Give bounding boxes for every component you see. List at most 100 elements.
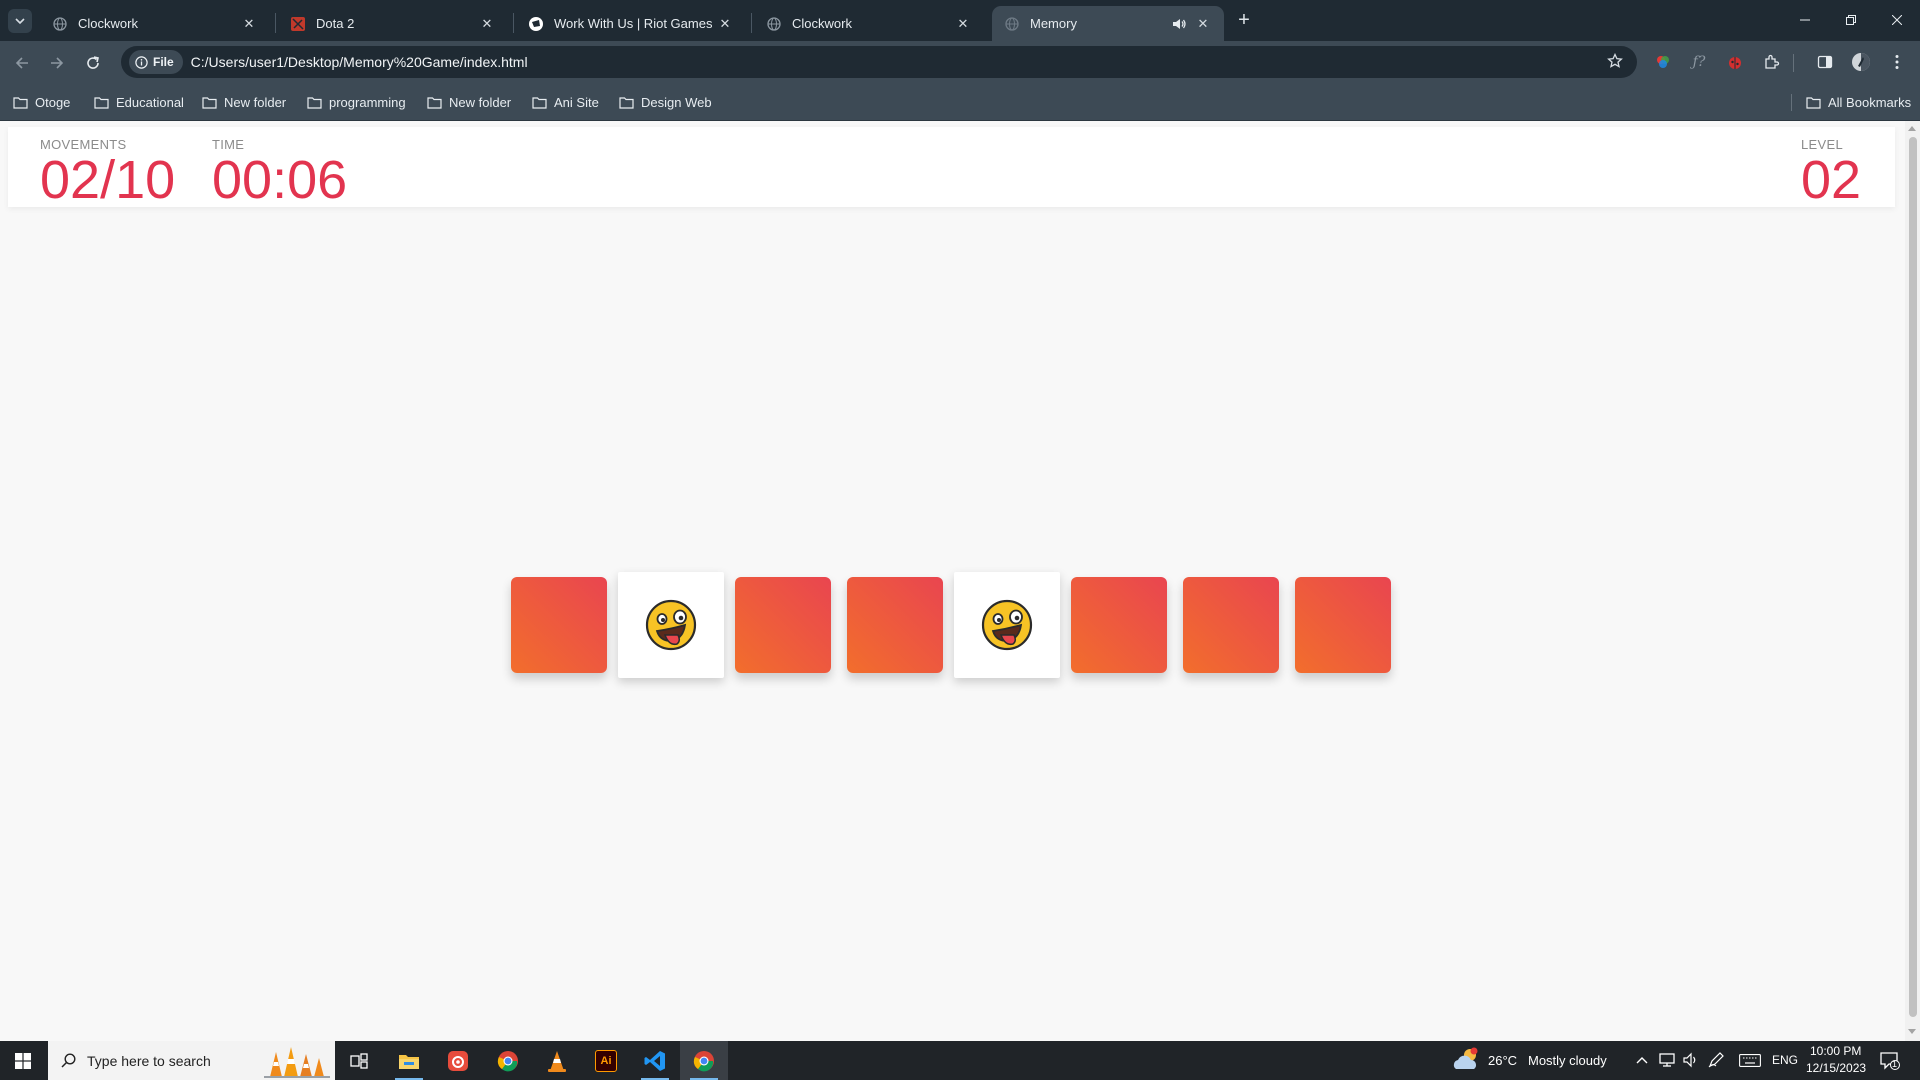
- folder-icon: [619, 96, 634, 109]
- clock-time[interactable]: 10:00 PM: [1810, 1044, 1861, 1058]
- folder-icon: [427, 96, 442, 109]
- menu-kebab-icon[interactable]: [1885, 50, 1909, 74]
- bookmark-label: programming: [329, 94, 406, 110]
- file-chip-label: File: [153, 55, 174, 69]
- movements-stat: MOVEMENTS 02/10: [40, 137, 176, 210]
- tab-title: Work With Us | Riot Games: [554, 16, 713, 31]
- network-icon[interactable]: [1659, 1052, 1677, 1068]
- folder-icon: [1806, 96, 1821, 109]
- level-value: 02: [1801, 150, 1862, 210]
- tab-memory[interactable]: Memory ✕: [992, 6, 1224, 41]
- weather-temp[interactable]: 26°C: [1488, 1053, 1517, 1068]
- address-bar[interactable]: File C:/Users/user1/Desktop/Memory%20Gam…: [121, 46, 1637, 78]
- chevron-up-icon[interactable]: [1636, 1056, 1648, 1064]
- screenshot-app-icon: [448, 1050, 468, 1071]
- bookmark-folder-new-folder-2[interactable]: New folder: [427, 91, 511, 113]
- tab-divider: [751, 13, 752, 33]
- all-bookmarks-button[interactable]: All Bookmarks: [1806, 91, 1911, 113]
- search-placeholder: Type here to search: [87, 1052, 211, 1069]
- chrome-active-button[interactable]: [680, 1041, 728, 1080]
- taskbar-search-box[interactable]: Type here to search: [48, 1041, 335, 1080]
- scroll-down-arrow[interactable]: [1908, 1029, 1916, 1034]
- site-info-chip[interactable]: File: [129, 50, 183, 74]
- tab-divider: [275, 13, 276, 33]
- tab-clockwork-2[interactable]: Clockwork ✕: [754, 6, 984, 41]
- bookmark-folder-new-folder-1[interactable]: New folder: [202, 91, 286, 113]
- movements-value: 02/10: [40, 150, 176, 210]
- new-tab-button[interactable]: +: [1232, 8, 1256, 32]
- card-board: [511, 572, 1391, 685]
- restore-button[interactable]: [1828, 0, 1874, 40]
- bookmark-folder-design-web[interactable]: Design Web: [619, 91, 712, 113]
- volume-icon[interactable]: [1683, 1052, 1699, 1068]
- speaker-icon[interactable]: [1172, 17, 1186, 31]
- notification-count: 1: [1892, 1059, 1898, 1069]
- task-view-button[interactable]: [335, 1041, 383, 1080]
- scroll-up-arrow[interactable]: [1908, 126, 1916, 131]
- tab-search-button[interactable]: [8, 9, 32, 33]
- weather-condition[interactable]: Mostly cloudy: [1528, 1053, 1607, 1068]
- side-panel-icon[interactable]: [1813, 50, 1837, 74]
- language-indicator[interactable]: ENG: [1772, 1053, 1798, 1067]
- card-face-up[interactable]: [954, 572, 1060, 678]
- tab-clockwork-1[interactable]: Clockwork ✕: [40, 6, 270, 41]
- bookmark-label: New folder: [449, 94, 512, 110]
- vlc-button[interactable]: [533, 1041, 581, 1080]
- extensions-puzzle-icon[interactable]: [1760, 50, 1784, 74]
- reload-button[interactable]: [79, 49, 107, 77]
- tab-dota-2[interactable]: Dota 2 ✕: [278, 6, 508, 41]
- close-window-button[interactable]: [1874, 0, 1920, 40]
- screenshot-app-button[interactable]: [434, 1041, 482, 1080]
- vscode-button[interactable]: [631, 1041, 679, 1080]
- folder-icon: [13, 96, 28, 109]
- bookmark-folder-ani-site[interactable]: Ani Site: [532, 91, 599, 113]
- search-icon: [61, 1053, 76, 1068]
- bookmark-folder-educational[interactable]: Educational: [94, 91, 184, 113]
- keyboard-icon[interactable]: [1739, 1054, 1761, 1067]
- bookmark-folder-otoge[interactable]: Otoge: [13, 91, 70, 113]
- pen-icon[interactable]: [1708, 1052, 1724, 1068]
- illustrator-button[interactable]: Ai: [582, 1041, 630, 1080]
- chrome-button[interactable]: [484, 1041, 532, 1080]
- close-icon[interactable]: ✕: [1194, 15, 1212, 33]
- back-button[interactable]: [8, 49, 36, 77]
- forward-button[interactable]: [43, 49, 71, 77]
- card-face-down[interactable]: [511, 577, 607, 673]
- arrow-right-icon: [51, 57, 64, 69]
- vertical-scrollbar[interactable]: [1905, 121, 1920, 1041]
- clock-date[interactable]: 12/15/2023: [1806, 1061, 1866, 1075]
- card-face-up[interactable]: [618, 572, 724, 678]
- illustrator-icon: Ai: [595, 1049, 617, 1072]
- file-explorer-button[interactable]: [385, 1041, 433, 1080]
- start-button[interactable]: [0, 1041, 46, 1080]
- reload-icon: [87, 56, 99, 69]
- bookmark-label: Educational: [116, 94, 184, 110]
- dota-icon: [290, 16, 306, 32]
- url-text: C:/Users/user1/Desktop/Memory%20Game/ind…: [190, 54, 528, 70]
- tab-title: Clockwork: [78, 16, 138, 31]
- chrome-icon: [693, 1050, 714, 1071]
- restore-icon: [1846, 15, 1856, 25]
- close-icon[interactable]: ✕: [954, 15, 972, 33]
- card-face-down[interactable]: [847, 577, 943, 673]
- card-face-down[interactable]: [735, 577, 831, 673]
- card-face-down[interactable]: [1295, 577, 1391, 673]
- close-icon[interactable]: ✕: [240, 15, 258, 33]
- task-view-icon: [350, 1052, 368, 1069]
- color-extension-icon[interactable]: [1651, 50, 1675, 74]
- vscode-icon: [644, 1050, 665, 1071]
- close-icon[interactable]: ✕: [478, 15, 496, 33]
- card-face-down[interactable]: [1183, 577, 1279, 673]
- tab-riot-games[interactable]: Work With Us | Riot Games ✕: [516, 6, 746, 41]
- minimize-button[interactable]: [1782, 0, 1828, 40]
- profile-avatar[interactable]: [1849, 50, 1873, 74]
- card-face-down[interactable]: [1071, 577, 1167, 673]
- bookmark-star-icon[interactable]: [1607, 52, 1623, 74]
- bookmark-folder-programming[interactable]: programming: [307, 91, 406, 113]
- scroll-thumb[interactable]: [1909, 137, 1917, 1017]
- ladybug-extension-icon[interactable]: [1723, 50, 1747, 74]
- globe-icon: [52, 16, 68, 32]
- formula-extension-icon[interactable]: ƒ?: [1687, 50, 1711, 74]
- bookmarks-divider: [1791, 94, 1792, 111]
- close-icon[interactable]: ✕: [716, 15, 734, 33]
